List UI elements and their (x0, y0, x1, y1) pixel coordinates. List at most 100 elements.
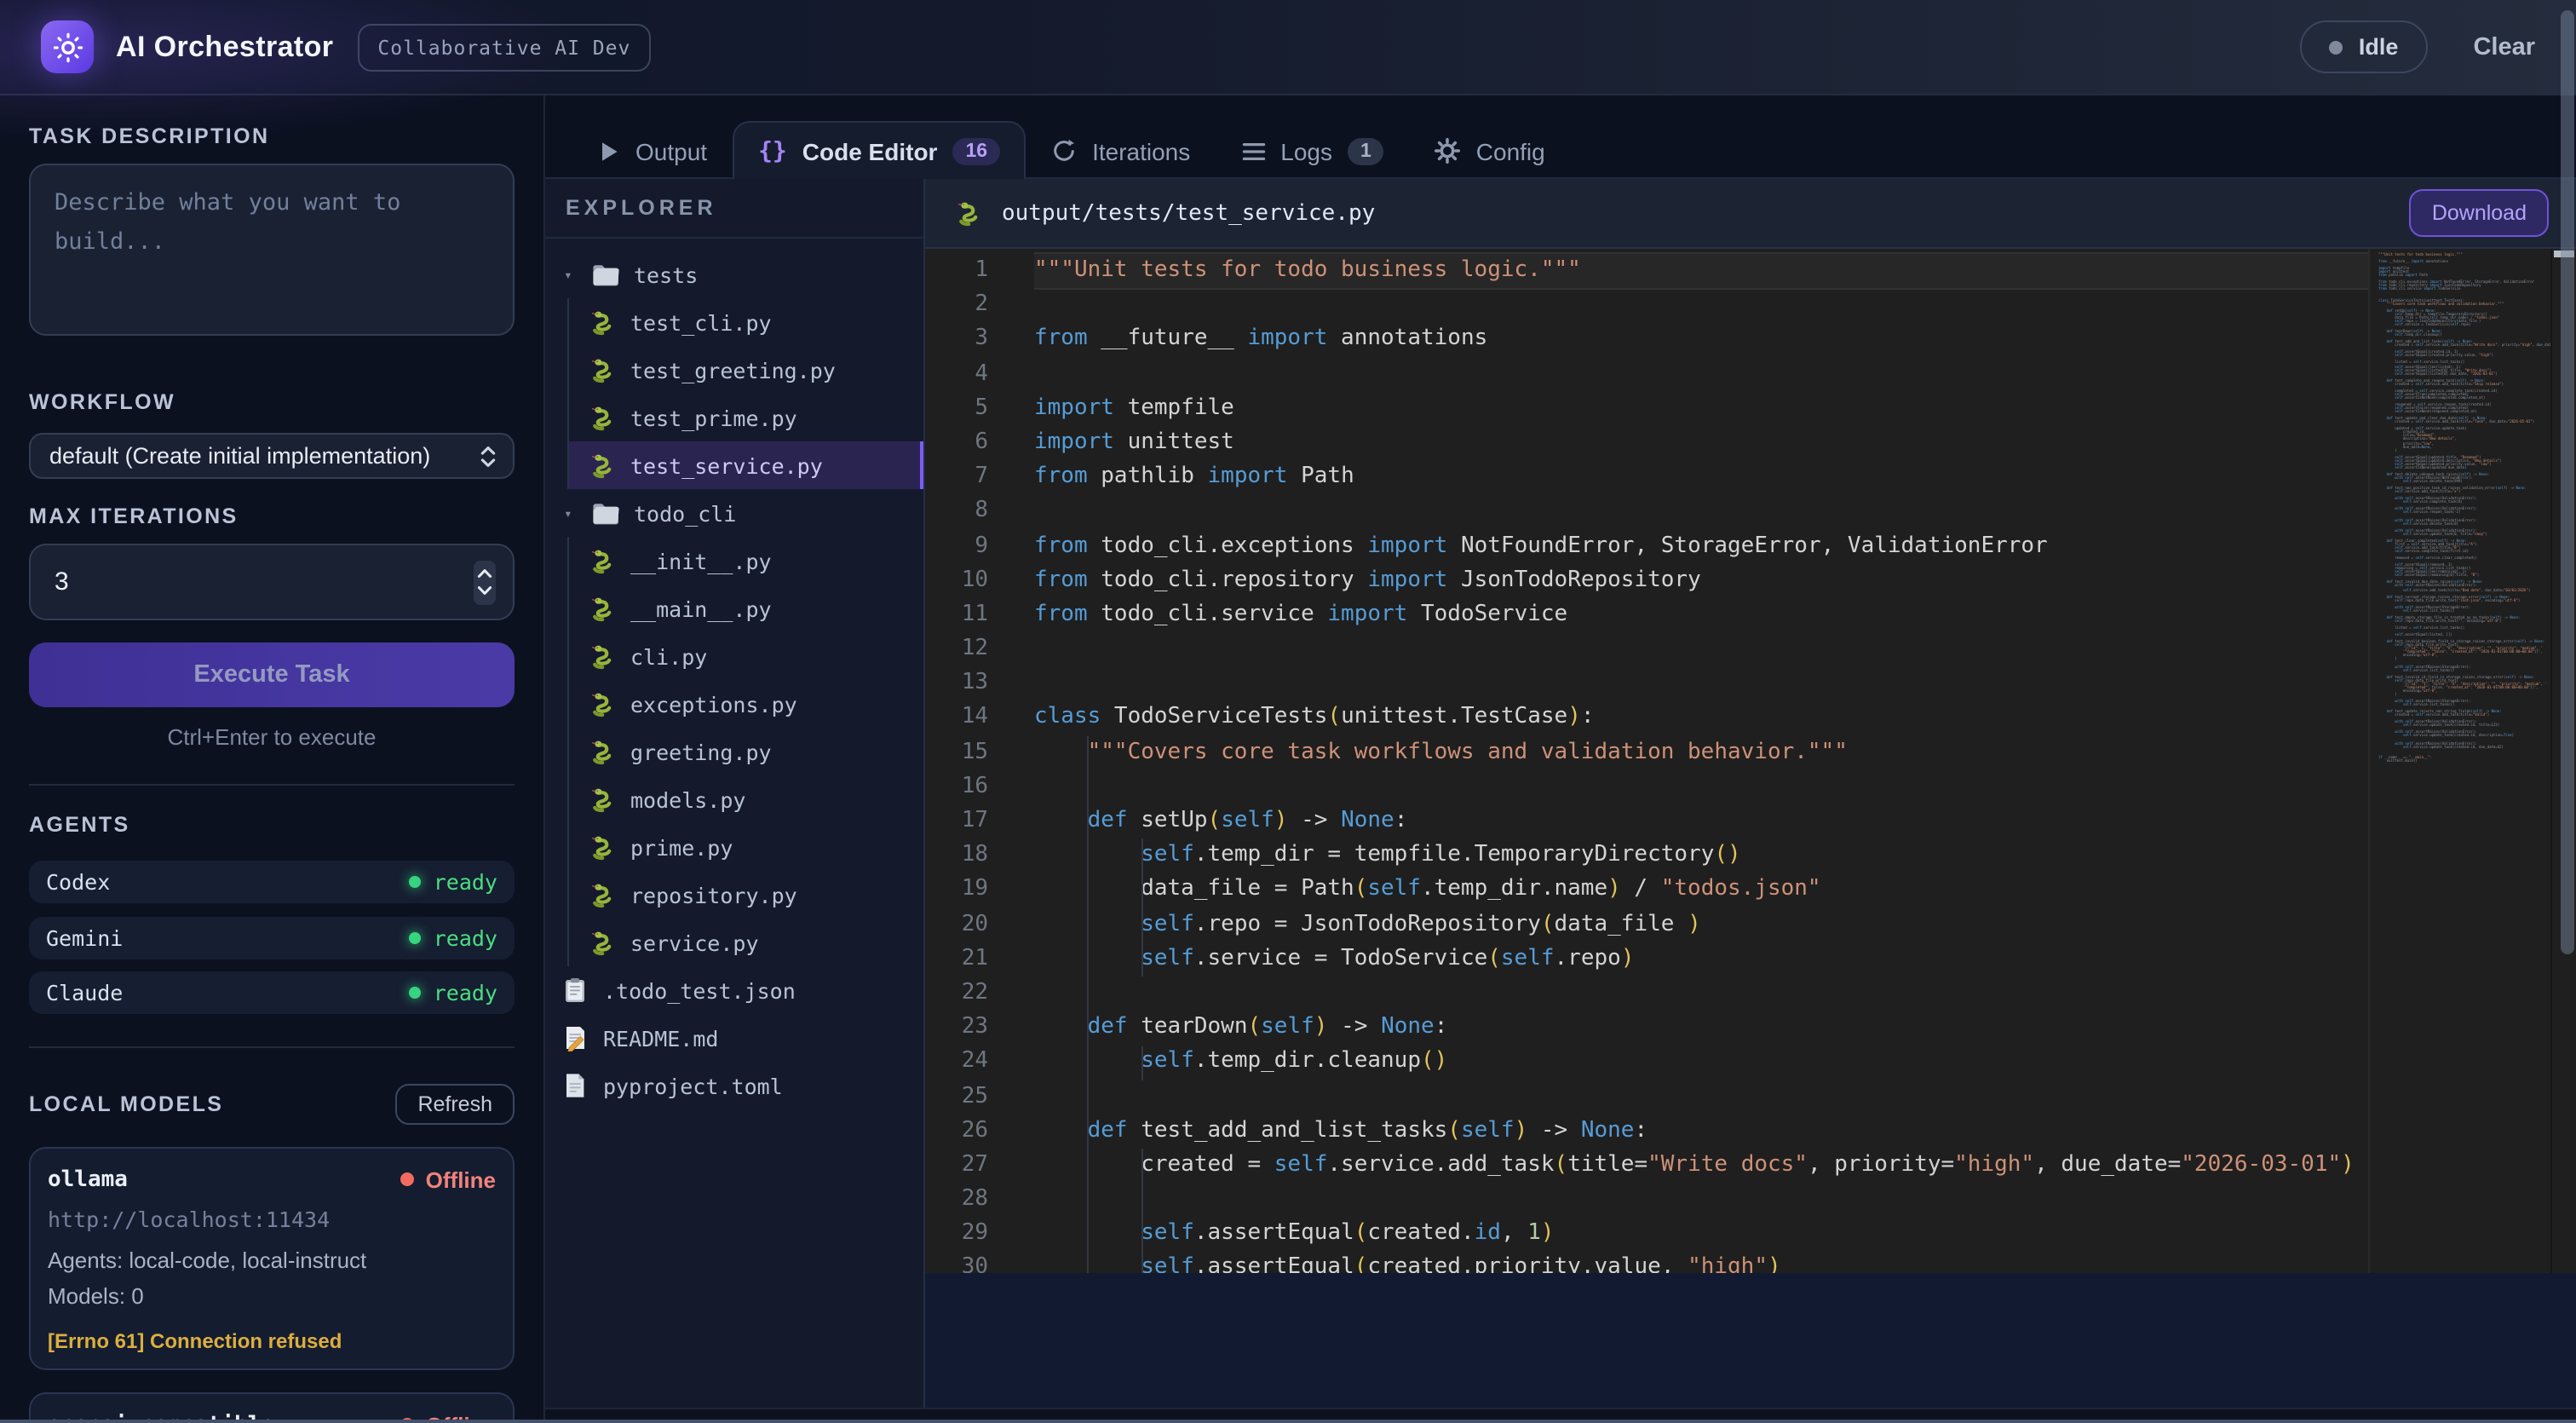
workflow-select[interactable]: default (Create initial implementation) (29, 433, 515, 479)
line-number: 17 (925, 804, 1034, 838)
python-file-icon (589, 547, 616, 574)
local-models-label: LOCAL MODELS (29, 1092, 223, 1116)
tree-item-icon (588, 880, 617, 909)
tree-item-icon (588, 832, 617, 861)
tree-file-pyproject.toml[interactable]: pyproject.toml (545, 1062, 923, 1109)
code-line-7: 7from pathlib import Path (925, 460, 2576, 494)
tab-iterations[interactable]: Iterations (1026, 121, 1216, 179)
tab-output[interactable]: Output (572, 121, 733, 179)
caret-down-icon[interactable]: ▾ (564, 267, 578, 282)
tree-file-cli.py[interactable]: cli.py (567, 632, 923, 680)
python-file-icon (589, 404, 616, 431)
agent-name: Codex (46, 869, 110, 895)
code-line-6: 6import unittest (925, 426, 2576, 460)
tree-file-.todo_test.json[interactable]: .todo_test.json (545, 966, 923, 1014)
tree-file-__init__.py[interactable]: __init__.py (567, 537, 923, 585)
tab-bar: Output {}Code Editor16IterationsLogs1Conf… (545, 95, 2576, 177)
refresh-button[interactable]: Refresh (395, 1084, 515, 1125)
tab-config[interactable]: Config (1410, 121, 1571, 179)
tab-logs[interactable]: Logs1 (1216, 121, 1410, 179)
download-button[interactable]: Download (2410, 189, 2549, 237)
tree-file-service.py[interactable]: service.py (567, 919, 923, 966)
folder-icon (591, 262, 620, 287)
spinner-down-icon[interactable] (477, 585, 492, 596)
tab-label: Output (635, 137, 707, 164)
tab-code-editor[interactable]: {}Code Editor16 (733, 121, 1026, 179)
code-text: class TodoServiceTests(unittest.TestCase… (1034, 701, 2576, 735)
code-text: created = self.service.add_task(title="W… (1034, 1149, 2576, 1183)
code-text: from todo_cli.repository import JsonTodo… (1034, 563, 2576, 597)
code-text: from todo_cli.service import TodoService (1034, 598, 2576, 632)
json-file-icon (562, 977, 588, 1004)
braces-icon: {} (758, 137, 787, 164)
code-line-2: 2 (925, 288, 2576, 322)
clear-button[interactable]: Clear (2473, 33, 2535, 60)
indent-guide (1141, 1149, 1143, 1273)
tree-file-models.py[interactable]: models.py (567, 775, 923, 823)
spinner-up-icon[interactable] (477, 567, 492, 579)
tree-file-greeting.py[interactable]: greeting.py (567, 728, 923, 775)
ready-dot-icon (410, 931, 422, 943)
code-text (1034, 667, 2576, 701)
list-icon (1241, 141, 1265, 161)
model-agents: Agents: local-code, local-instructModels… (48, 1242, 496, 1315)
line-number: 27 (925, 1149, 1034, 1183)
tree-item-label: test_service.py (630, 452, 823, 478)
tree-file-__main__.py[interactable]: __main__.py (567, 585, 923, 632)
line-number: 12 (925, 632, 1034, 666)
python-file-icon (589, 308, 616, 336)
code-editor[interactable]: 1"""Unit tests for todo business logic."… (925, 249, 2576, 1273)
page-scrollbar-thumb[interactable] (2561, 10, 2574, 954)
below-editor-filler (925, 1273, 2576, 1408)
tree-file-README.md[interactable]: README.md (545, 1014, 923, 1062)
sidebar-divider (29, 784, 515, 786)
file-explorer: EXPLORER ▾teststest_cli.pytest_greeting.… (545, 179, 925, 1408)
tree-file-test_greeting.py[interactable]: test_greeting.py (567, 346, 923, 394)
max-iterations-input[interactable]: 3 (29, 544, 515, 620)
agent-status-group: ready (410, 980, 497, 1005)
tree-file-repository.py[interactable]: repository.py (567, 871, 923, 919)
code-line-29: 29 self.assertEqual(created.id, 1) (925, 1218, 2576, 1252)
refresh-icon (1051, 138, 1077, 164)
agent-status: ready (434, 980, 497, 1005)
tree-folder-todo_cli[interactable]: ▾ todo_cli (545, 489, 923, 537)
code-line-28: 28 (925, 1183, 2576, 1217)
markdown-file-icon (562, 1024, 588, 1051)
python-file-icon (589, 929, 616, 956)
tree-file-test_cli.py[interactable]: test_cli.py (567, 298, 923, 346)
code-text: self.repo = JsonTodoRepository(data_file… (1034, 907, 2576, 942)
tree-item-label: test_cli.py (630, 309, 772, 335)
app-badge: Collaborative AI Dev (357, 23, 651, 71)
indent-guide (1141, 1046, 1143, 1080)
caret-down-icon[interactable]: ▾ (564, 505, 578, 521)
execute-task-button[interactable]: Execute Task (29, 642, 515, 707)
python-file-icon (589, 595, 616, 622)
agent-status-group: ready (410, 925, 497, 950)
number-spinner[interactable] (474, 560, 496, 604)
file-tree: ▾tests test_cli.py test_greeting.pytest_pr… (545, 239, 923, 1109)
code-line-26: 26 def test_add_and_list_tasks(self) -> … (925, 1114, 2576, 1148)
line-number: 18 (925, 838, 1034, 873)
line-number: 9 (925, 529, 1034, 563)
line-number: 8 (925, 495, 1034, 529)
open-file-path: output/tests/test_service.py (1002, 200, 2391, 226)
task-description-input[interactable] (29, 164, 515, 336)
tree-file-test_service.py[interactable]: test_service.py (567, 441, 923, 489)
tree-file-exceptions.py[interactable]: exceptions.py (567, 680, 923, 728)
sidebar: TASK DESCRIPTION WORKFLOW default (Creat… (0, 95, 545, 1423)
code-line-30: 30 self.assertEqual(created.priority.val… (925, 1252, 2576, 1273)
tree-file-prime.py[interactable]: prime.py (567, 823, 923, 871)
code-line-27: 27 created = self.service.add_task(title… (925, 1149, 2576, 1183)
code-line-16: 16 (925, 770, 2576, 804)
line-number: 23 (925, 1011, 1034, 1045)
tree-item-label: repository.py (630, 882, 797, 907)
tree-item-label: todo_cli (634, 500, 736, 526)
line-number: 22 (925, 977, 1034, 1011)
tree-file-test_prime.py[interactable]: test_prime.py (567, 394, 923, 441)
code-text (1034, 357, 2576, 391)
agent-name: Gemini (46, 925, 123, 950)
tree-item-icon (588, 403, 617, 432)
max-iterations-label: MAX ITERATIONS (29, 504, 515, 528)
code-minimap[interactable]: """Unit tests for todo business logic.""… (2368, 249, 2550, 1273)
tree-folder-tests[interactable]: ▾tests (545, 251, 923, 298)
